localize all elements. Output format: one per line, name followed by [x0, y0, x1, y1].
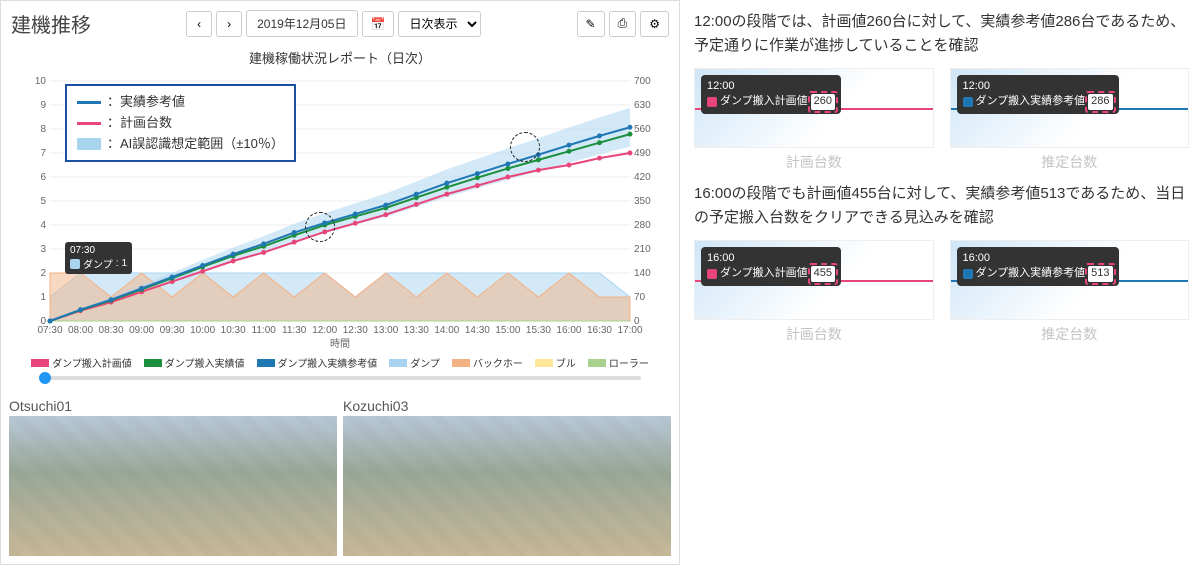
svg-text:9: 9	[40, 100, 46, 111]
camera-row: Otsuchi01 Kozuchi03	[5, 394, 675, 560]
svg-text:12:30: 12:30	[343, 325, 368, 336]
current-date: 2019年12月05日	[246, 10, 357, 37]
camera-2-title: Kozuchi03	[343, 398, 671, 414]
svg-text:09:30: 09:30	[160, 325, 185, 336]
edit-icon: ✎	[586, 17, 596, 31]
print-icon: ⎙	[618, 16, 628, 31]
camera-1-feed[interactable]	[9, 416, 337, 556]
svg-text:1: 1	[40, 292, 46, 303]
header-bar: 建機推移 ‹ › 2019年12月05日 📅 日次表示 ✎ ⎙ ⚙	[5, 5, 675, 42]
svg-text:15:00: 15:00	[495, 325, 520, 336]
prev-day-button[interactable]: ‹	[186, 11, 212, 37]
print-button[interactable]: ⎙	[609, 11, 637, 37]
svg-text:11:00: 11:00	[252, 325, 277, 336]
legend-item[interactable]: ブル	[535, 355, 576, 370]
settings-button[interactable]: ⚙	[640, 11, 669, 37]
tooltip-detail-1200-plan: 12:00 ダンプ搬入計画値 260	[694, 68, 934, 148]
edit-button[interactable]: ✎	[577, 11, 605, 37]
explanation-1600: 16:00の段階でも計画値455台に対して、実績参考値513であるため、当日の予…	[694, 182, 1189, 230]
legend-item[interactable]: ダンプ搬入実績参考値	[257, 355, 378, 370]
svg-text:7: 7	[40, 148, 46, 159]
svg-text:10:00: 10:00	[190, 325, 215, 336]
svg-text:5: 5	[40, 196, 46, 207]
camera-2-feed[interactable]	[343, 416, 671, 556]
camera-1-title: Otsuchi01	[9, 398, 337, 414]
legend-item[interactable]: バックホー	[452, 355, 523, 370]
svg-text:14:30: 14:30	[465, 325, 490, 336]
view-mode-select[interactable]: 日次表示	[398, 11, 481, 37]
svg-text:17:00: 17:00	[617, 325, 642, 336]
svg-text:時間: 時間	[330, 338, 350, 350]
legend-item[interactable]: ローラー	[588, 355, 649, 370]
chart-legend-overlay: ：実績参考値 ：計画台数 ：AI誤認識想定範囲（±10％）	[65, 84, 296, 162]
legend-item[interactable]: ダンプ搬入実績値	[144, 355, 245, 370]
svg-text:560: 560	[634, 124, 651, 135]
legend-row2: ：計画台数	[107, 113, 172, 134]
svg-text:08:30: 08:30	[99, 325, 124, 336]
svg-text:13:00: 13:00	[373, 325, 398, 336]
annotation-panel: 12:00の段階では、計画値260台に対して、実績参考値286台であるため、予定…	[680, 0, 1203, 565]
explanation-1200: 12:00の段階では、計画値260台に対して、実績参考値286台であるため、予定…	[694, 10, 1189, 58]
svg-text:4: 4	[40, 220, 46, 231]
svg-text:08:00: 08:00	[68, 325, 93, 336]
svg-text:6: 6	[40, 172, 46, 183]
chart-series-legend: ダンプ搬入計画値ダンプ搬入実績値ダンプ搬入実績参考値ダンプバックホーブルローラー	[9, 351, 671, 374]
svg-text:13:30: 13:30	[404, 325, 429, 336]
chart-title: 建機稼働状況レポート（日次）	[9, 48, 671, 67]
chart-tooltip-0730: 07:30 ダンプ:1	[65, 242, 132, 274]
legend-row1: ：実績参考値	[107, 92, 185, 113]
svg-text:2: 2	[40, 268, 46, 279]
page-title: 建機推移	[11, 9, 91, 38]
svg-text:8: 8	[40, 124, 46, 135]
date-navigator: ‹ › 2019年12月05日 📅 日次表示	[186, 10, 481, 37]
svg-text:630: 630	[634, 100, 651, 111]
legend-item[interactable]: ダンプ	[389, 355, 440, 370]
tooltip-detail-1600-actual: 16:00 ダンプ搬入実績参考値 513	[950, 240, 1190, 320]
legend-item[interactable]: ダンプ搬入計画値	[31, 355, 132, 370]
svg-text:70: 70	[634, 292, 646, 303]
svg-text:16:30: 16:30	[587, 325, 612, 336]
svg-text:3: 3	[40, 244, 46, 255]
tooltip-detail-1200-actual: 12:00 ダンプ搬入実績参考値 286	[950, 68, 1190, 148]
svg-text:10: 10	[35, 76, 47, 87]
calendar-icon: 📅	[371, 17, 386, 31]
svg-text:12:00: 12:00	[312, 325, 337, 336]
svg-text:14:00: 14:00	[434, 325, 459, 336]
dashboard-panel: 建機推移 ‹ › 2019年12月05日 📅 日次表示 ✎ ⎙ ⚙ 建機稼働状況…	[0, 0, 680, 565]
svg-text:490: 490	[634, 148, 651, 159]
next-day-button[interactable]: ›	[216, 11, 242, 37]
svg-text:140: 140	[634, 268, 651, 279]
svg-text:09:00: 09:00	[129, 325, 154, 336]
legend-row3: ：AI誤認識想定範囲（±10％）	[107, 134, 284, 155]
header-actions: ✎ ⎙ ⚙	[577, 11, 669, 37]
svg-text:350: 350	[634, 196, 651, 207]
svg-text:10:30: 10:30	[221, 325, 246, 336]
slider-thumb[interactable]	[39, 372, 51, 384]
svg-text:16:00: 16:00	[556, 325, 581, 336]
settings-icon: ⚙	[649, 17, 660, 31]
time-slider[interactable]	[39, 376, 641, 380]
svg-text:420: 420	[634, 172, 651, 183]
svg-text:210: 210	[634, 244, 651, 255]
time-slider-row	[9, 374, 671, 382]
svg-text:11:30: 11:30	[282, 325, 307, 336]
svg-text:700: 700	[634, 76, 651, 87]
svg-text:07:30: 07:30	[37, 325, 62, 336]
svg-text:280: 280	[634, 220, 651, 231]
camera-1: Otsuchi01	[9, 398, 337, 556]
svg-text:15:30: 15:30	[526, 325, 551, 336]
tooltip-detail-1600-plan: 16:00 ダンプ搬入計画値 455	[694, 240, 934, 320]
calendar-button[interactable]: 📅	[362, 11, 395, 37]
camera-2: Kozuchi03	[343, 398, 671, 556]
chart-container: 建機稼働状況レポート（日次） ：実績参考値 ：計画台数 ：AI誤認識想定範囲（±…	[5, 42, 675, 394]
